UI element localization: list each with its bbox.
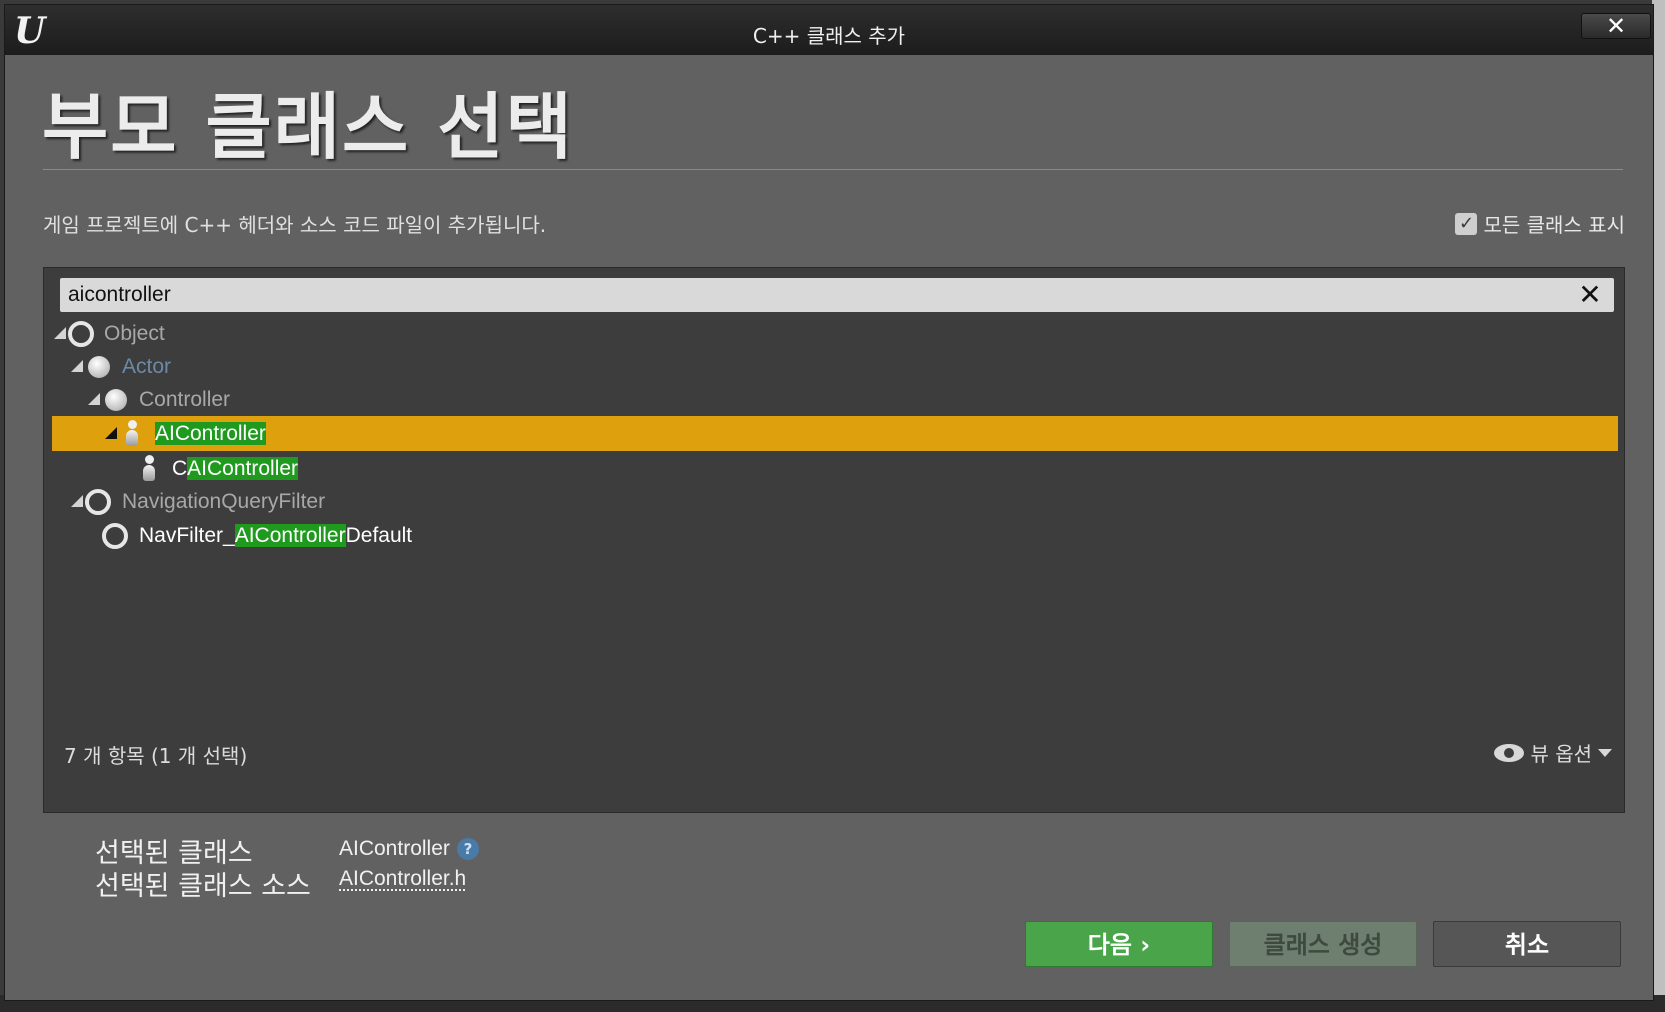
pawn-class-icon	[141, 455, 157, 483]
search-match-highlight: AIController	[187, 457, 299, 480]
tree-row-object[interactable]: Object	[52, 316, 1618, 351]
search-box[interactable]: ✕	[60, 278, 1614, 312]
cancel-button[interactable]: 취소	[1433, 921, 1621, 967]
chevron-down-icon	[1598, 748, 1612, 757]
expand-arrow-icon[interactable]	[71, 360, 83, 372]
expand-arrow-icon[interactable]	[88, 393, 100, 405]
add-cpp-class-dialog: U C++ 클래스 추가 ✕ 부모 클래스 선택 게임 프로젝트에 C++ 헤더…	[4, 4, 1654, 1001]
search-match-highlight: AIController	[234, 524, 346, 547]
tree-row-label: Actor	[122, 355, 172, 378]
selected-class-value: AIController	[339, 837, 450, 860]
actor-class-icon	[88, 356, 110, 378]
tree-row-aicontroller[interactable]: AIController	[52, 416, 1618, 451]
item-count: 7 개 항목 (1 개 선택)	[64, 744, 248, 768]
tree-row-label: Object	[104, 322, 165, 345]
tree-row-label: NavFilter_AIControllerDefault	[139, 524, 413, 547]
object-class-icon	[102, 523, 128, 549]
view-options-label: 뷰 옵션	[1530, 742, 1592, 766]
next-button[interactable]: 다음 ›	[1025, 921, 1213, 967]
checkbox-check-icon[interactable]: ✓	[1455, 212, 1478, 235]
show-all-classes-label: 모든 클래스 표시	[1483, 213, 1625, 237]
search-input[interactable]	[68, 278, 1548, 312]
title-bar[interactable]: U C++ 클래스 추가 ✕	[5, 5, 1653, 55]
view-options-button[interactable]: 뷰 옵션	[1494, 738, 1612, 767]
page-title: 부모 클래스 선택	[42, 85, 574, 169]
title-divider	[43, 169, 1623, 170]
selected-class-source-label: 선택된 클래스 소스	[95, 871, 311, 902]
close-button[interactable]: ✕	[1581, 13, 1651, 39]
selected-class-source-link[interactable]: AIController.h	[339, 867, 466, 891]
expand-arrow-icon[interactable]	[105, 427, 117, 439]
expand-arrow-icon[interactable]	[54, 327, 66, 339]
class-tree-panel: ✕ Object Actor Controller AIController	[43, 267, 1625, 813]
expand-arrow-icon[interactable]	[71, 495, 83, 507]
help-icon[interactable]: ?	[457, 838, 479, 860]
show-all-classes-checkbox[interactable]: ✓ 모든 클래스 표시	[1455, 209, 1625, 238]
pawn-class-icon	[124, 420, 140, 448]
tree-row-label: AIController	[155, 416, 266, 451]
tree-row-navfilter-aicontrollerdefault[interactable]: NavFilter_AIControllerDefault	[52, 518, 1618, 553]
eye-icon	[1494, 743, 1525, 762]
create-class-button[interactable]: 클래스 생성	[1229, 921, 1417, 967]
object-class-icon	[68, 321, 94, 347]
controller-class-icon	[105, 389, 127, 411]
tree-row-label: NavigationQueryFilter	[122, 490, 326, 513]
page-subtitle: 게임 프로젝트에 C++ 헤더와 소스 코드 파일이 추가됩니다.	[43, 213, 547, 237]
tree-row-label: Controller	[139, 388, 231, 411]
window-title: C++ 클래스 추가	[752, 24, 906, 48]
tree-row-label: CAIController	[172, 457, 299, 480]
tree-row-caicontroller[interactable]: CAIController	[52, 451, 1618, 486]
clear-search-icon[interactable]: ✕	[1576, 280, 1604, 310]
tree-row-controller[interactable]: Controller	[52, 382, 1618, 417]
object-class-icon	[85, 489, 111, 515]
search-match-highlight: AIController	[155, 422, 266, 445]
tree-row-actor[interactable]: Actor	[52, 349, 1618, 384]
tree-row-navigationqueryfilter[interactable]: NavigationQueryFilter	[52, 484, 1618, 519]
